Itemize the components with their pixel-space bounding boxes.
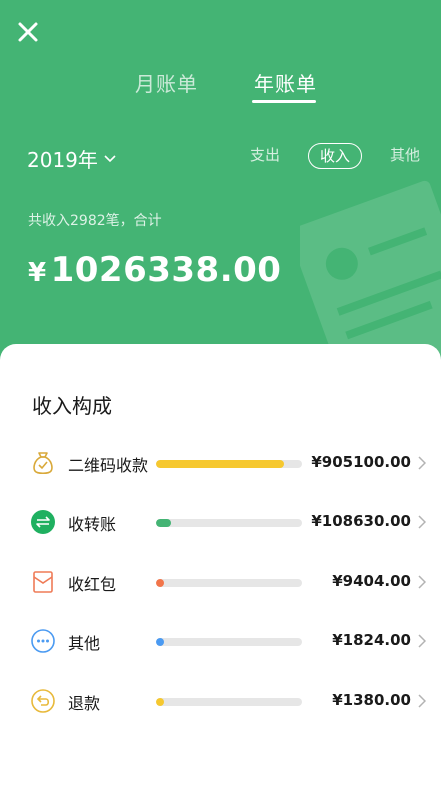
breakdown-amount: ¥1824.00 xyxy=(332,631,411,649)
tab-annual-bill[interactable]: 年账单 xyxy=(254,68,317,97)
money-bag-icon xyxy=(33,452,53,475)
share-bar-fill xyxy=(156,519,171,527)
year-selector[interactable]: 2019年 xyxy=(27,144,116,173)
chevron-right-icon xyxy=(418,456,426,470)
breakdown-label: 其他 xyxy=(68,634,101,653)
breakdown-row-qr[interactable]: 二维码收款 ¥905100.00 xyxy=(0,442,441,482)
filter-expense[interactable]: 支出 xyxy=(250,143,280,169)
tab-monthly-bill[interactable]: 月账单 xyxy=(135,68,198,97)
breakdown-row-transfer[interactable]: 收转账 ¥108630.00 xyxy=(0,501,441,541)
breakdown-label: 退款 xyxy=(68,694,101,713)
breakdown-amount: ¥9404.00 xyxy=(332,572,411,590)
filter-other[interactable]: 其他 xyxy=(390,143,420,169)
active-tab-indicator xyxy=(252,100,316,103)
chevron-right-icon xyxy=(418,694,426,708)
chevron-right-icon xyxy=(418,634,426,648)
refund-icon xyxy=(31,689,55,713)
breakdown-amount: ¥905100.00 xyxy=(311,453,411,471)
breakdown-amount: ¥1380.00 xyxy=(332,691,411,709)
close-icon xyxy=(18,22,38,42)
red-packet-icon xyxy=(33,571,53,593)
share-bar xyxy=(156,460,302,468)
breakdown-label: 收转账 xyxy=(68,515,117,534)
breakdown-amount: ¥108630.00 xyxy=(311,512,411,530)
share-bar-fill xyxy=(156,460,284,468)
currency-symbol: ¥ xyxy=(28,258,47,288)
breakdown-row-other[interactable]: 其他 ¥1824.00 xyxy=(0,620,441,660)
breakdown-row-refund[interactable]: 退款 ¥1380.00 xyxy=(0,680,441,720)
transfer-icon xyxy=(31,510,55,534)
income-summary: 共收入2982笔，合计 xyxy=(28,213,162,229)
share-bar-fill xyxy=(156,698,164,706)
breakdown-row-red-packet[interactable]: 收红包 ¥9404.00 xyxy=(0,561,441,601)
share-bar xyxy=(156,519,302,527)
more-icon xyxy=(31,629,55,653)
share-bar xyxy=(156,638,302,646)
breakdown-label: 收红包 xyxy=(68,575,117,594)
bill-tabs: 月账单 年账单 xyxy=(0,68,441,108)
share-bar-fill xyxy=(156,579,164,587)
total-value: 1026338.00 xyxy=(50,250,282,290)
breakdown-label: 二维码收款 xyxy=(68,456,149,475)
share-bar-fill xyxy=(156,638,164,646)
bill-header: 月账单 年账单 2019年 支出 收入 其他 共收入2982笔，合计 ¥1026… xyxy=(0,0,441,372)
chevron-right-icon xyxy=(418,575,426,589)
chevron-down-icon xyxy=(104,154,116,162)
filter-income[interactable]: 收入 xyxy=(308,143,362,169)
chevron-right-icon xyxy=(418,515,426,529)
share-bar xyxy=(156,698,302,706)
year-label: 2019年 xyxy=(27,148,98,172)
breakdown-title: 收入构成 xyxy=(32,394,112,418)
total-amount: ¥1026338.00 xyxy=(28,250,281,290)
share-bar xyxy=(156,579,302,587)
close-button[interactable] xyxy=(14,18,42,46)
